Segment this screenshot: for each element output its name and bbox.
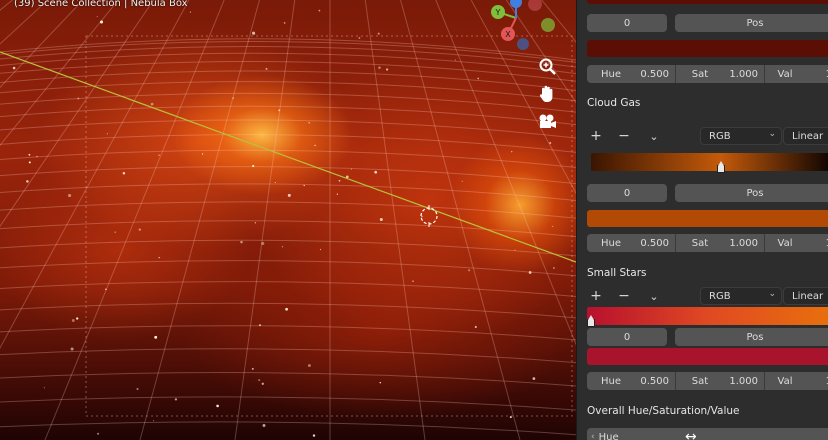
small-stars-sat-value[interactable]: 1.000 xyxy=(724,372,764,390)
cloud-gas-sat-value[interactable]: 1.000 xyxy=(724,234,764,252)
top-color-swatch[interactable] xyxy=(587,40,828,57)
grid-overlay xyxy=(0,0,576,440)
small-stars-val-label: Val xyxy=(777,375,793,387)
remove-stop-button[interactable]: − xyxy=(615,127,633,145)
top-hsv-row: Hue 0.500 Sat 1.000 Val 1 xyxy=(587,65,828,83)
small-stars-toolbar: + − ⌄ RGB ⌄ Linear xyxy=(587,287,828,305)
neg-x-axis-icon xyxy=(528,0,542,11)
small-stars-pos-field[interactable]: Pos 0 xyxy=(675,328,828,346)
top-val-value[interactable]: 1 xyxy=(805,65,828,83)
zoom-icon[interactable] xyxy=(533,53,561,79)
neg-z-axis-icon xyxy=(517,38,529,50)
navigation-gizmo[interactable]: Y X xyxy=(486,0,566,56)
top-pos-row: 0 Pos 0 xyxy=(587,14,828,32)
top-val-label: Val xyxy=(777,68,793,80)
interp-label: Linear xyxy=(792,290,824,302)
remove-stop-button[interactable]: − xyxy=(615,287,633,305)
small-stars-mode-dropdown[interactable]: RGB ⌄ xyxy=(700,287,782,305)
chevron-down-icon: ⌄ xyxy=(649,289,659,303)
small-stars-title: Small Stars xyxy=(587,267,647,279)
cloud-gas-color-swatch[interactable] xyxy=(587,210,828,227)
ramp-menu-button[interactable]: ⌄ xyxy=(645,287,663,305)
small-stars-hue-label: Hue xyxy=(600,375,621,387)
cloud-gas-hsv-row: Hue 0.500 Sat 1.000 Val 1 xyxy=(587,234,828,252)
overall-hue-label: Hue xyxy=(598,431,619,440)
cloud-gas-pos-row: 0 Pos 0 xyxy=(587,184,828,202)
hand-pan-icon[interactable] xyxy=(533,81,561,107)
chevron-down-icon: ⌄ xyxy=(649,129,659,143)
cloud-gas-title: Cloud Gas xyxy=(587,97,641,109)
interp-label: Linear xyxy=(792,130,824,142)
cloud-gas-stop-index-field[interactable]: 0 xyxy=(587,184,667,202)
add-stop-button[interactable]: + xyxy=(587,287,605,305)
ramp-stop-handle[interactable] xyxy=(716,161,725,173)
small-stars-interp-dropdown[interactable]: Linear xyxy=(783,287,828,305)
top-sat-label: Sat xyxy=(691,68,709,80)
top-ramp-remnant xyxy=(587,0,828,4)
cloud-gas-pos-label: Pos xyxy=(746,187,764,199)
chevron-left-icon: ‹ xyxy=(591,432,595,440)
chevron-down-icon: ⌄ xyxy=(768,289,776,299)
cloud-gas-val-value[interactable]: 1 xyxy=(805,234,828,252)
top-sat-value[interactable]: 1.000 xyxy=(724,65,764,83)
small-stars-sat-label: Sat xyxy=(691,375,709,387)
neg-y-axis-icon xyxy=(541,18,555,32)
z-axis-icon xyxy=(510,0,522,8)
cloud-gas-color-ramp[interactable] xyxy=(591,153,828,173)
mode-label: RGB xyxy=(709,290,731,302)
3d-viewport[interactable]: (39) Scene Collection | Nebula Box Y X xyxy=(0,0,576,440)
svg-text:X: X xyxy=(505,30,511,39)
ramp-stop-handle[interactable] xyxy=(587,315,595,327)
small-stars-stop-index-field[interactable]: 0 xyxy=(587,328,667,346)
viewport-title: (39) Scene Collection | Nebula Box xyxy=(14,0,188,9)
small-stars-color-swatch[interactable] xyxy=(587,348,828,365)
mode-label: RGB xyxy=(709,130,731,142)
small-stars-val-value[interactable]: 1 xyxy=(805,372,828,390)
cloud-gas-toolbar: + − ⌄ RGB ⌄ Linear xyxy=(587,127,828,145)
properties-panel: 0 Pos 0 Hue 0.500 Sat 1.000 Val 1 Cloud … xyxy=(576,0,828,440)
small-stars-color-ramp[interactable] xyxy=(587,307,828,327)
top-hue-value[interactable]: 0.500 xyxy=(635,65,675,83)
ramp-menu-button[interactable]: ⌄ xyxy=(645,127,663,145)
cloud-gas-interp-dropdown[interactable]: Linear xyxy=(783,127,828,145)
add-stop-button[interactable]: + xyxy=(587,127,605,145)
top-stop-index-field[interactable]: 0 xyxy=(587,14,667,32)
svg-text:Y: Y xyxy=(495,8,501,17)
cloud-gas-sat-label: Sat xyxy=(691,237,709,249)
drag-cursor-icon: ↔ xyxy=(685,429,697,440)
overall-hsv-title: Overall Hue/Saturation/Value xyxy=(587,405,740,417)
cloud-gas-pos-field[interactable]: Pos 0 xyxy=(675,184,828,202)
chevron-down-icon: ⌄ xyxy=(768,129,776,139)
cloud-gas-hue-value[interactable]: 0.500 xyxy=(635,234,675,252)
top-pos-label: Pos xyxy=(746,17,764,29)
camera-icon[interactable] xyxy=(533,109,561,135)
small-stars-hue-value[interactable]: 0.500 xyxy=(635,372,675,390)
top-hue-label: Hue xyxy=(600,68,621,80)
overall-hue-field[interactable]: ‹ Hue ↔ xyxy=(587,428,828,440)
top-pos-field[interactable]: Pos 0 xyxy=(675,14,828,32)
small-stars-pos-label: Pos xyxy=(746,331,764,343)
cloud-gas-mode-dropdown[interactable]: RGB ⌄ xyxy=(700,127,782,145)
small-stars-pos-row: 0 Pos 0 xyxy=(587,328,828,346)
cloud-gas-val-label: Val xyxy=(777,237,793,249)
cloud-gas-hue-label: Hue xyxy=(600,237,621,249)
small-stars-hsv-row: Hue 0.500 Sat 1.000 Val 1 xyxy=(587,372,828,390)
